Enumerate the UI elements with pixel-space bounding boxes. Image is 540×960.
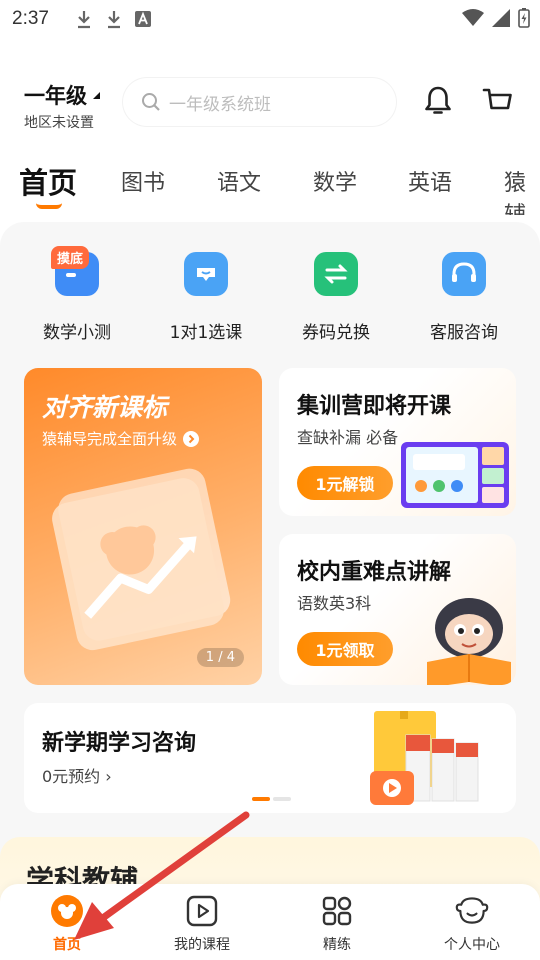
camp-card[interactable]: 集训营即将开课 查缺补漏 必备 1元解锁 (279, 368, 516, 516)
home-content: 摸底 数学小测 1对1选课 券码兑换 客服咨询 对齐新课标 猿辅导完成全面升级 … (0, 222, 540, 960)
nav-my-courses[interactable]: 我的课程 (147, 894, 257, 954)
category-tabs: 首页 图书 语文 数学 英语 猿辅 (0, 155, 540, 215)
home-header: 一年级 地区未设置 一年级系统班 (0, 70, 540, 140)
status-bar: 2:37 (0, 0, 540, 38)
tab-chinese[interactable]: 语文 (217, 165, 261, 197)
consult-title: 新学期学习咨询 (42, 731, 197, 756)
grid-icon (320, 894, 354, 928)
school-card-title: 校内重难点讲解 (297, 560, 452, 585)
nav-profile-label: 个人中心 (444, 937, 500, 953)
consult-subtitle[interactable]: 0元预约 › (42, 763, 112, 787)
home-icon (50, 894, 84, 928)
carousel-indicator (252, 797, 291, 801)
banner-pager: 1 / 4 (196, 648, 244, 667)
nav-home-label: 首页 (53, 937, 81, 953)
tab-math[interactable]: 数学 (313, 165, 357, 197)
font-icon (134, 11, 151, 27)
grade-selector[interactable]: 一年级 地区未设置 (24, 80, 101, 132)
download-icon (107, 11, 120, 29)
region-label: 地区未设置 (24, 115, 94, 131)
nav-practice[interactable]: 精练 (282, 894, 392, 954)
cart-button[interactable] (481, 84, 515, 118)
bell-icon (425, 86, 451, 114)
nav-home[interactable]: 首页 (12, 894, 122, 954)
bottom-nav: 首页 我的课程 精练 个人中心 (0, 884, 540, 960)
dropdown-corner-icon (93, 92, 100, 99)
quick-action-redeem[interactable]: 券码兑换 (276, 252, 396, 343)
play-icon (185, 894, 219, 928)
school-claim-button[interactable]: 1元领取 (297, 632, 393, 666)
tab-yuanfudao[interactable]: 猿辅 (504, 165, 540, 215)
quick-action-support[interactable]: 客服咨询 (404, 252, 524, 343)
camp-unlock-button[interactable]: 1元解锁 (297, 466, 393, 500)
study-materials-illustration (370, 711, 479, 805)
quick-action-label: 1对1选课 (169, 323, 243, 343)
download-icon (77, 11, 90, 29)
notification-button[interactable] (421, 84, 455, 118)
quiz-badge: 摸底 (51, 246, 90, 269)
camp-card-subtitle: 查缺补漏 必备 (297, 428, 399, 447)
search-input[interactable]: 一年级系统班 (123, 78, 396, 126)
quick-action-one-on-one[interactable]: 1对1选课 (146, 252, 266, 343)
nav-my-courses-label: 我的课程 (174, 937, 230, 953)
cart-icon (482, 88, 512, 110)
search-icon (142, 93, 160, 111)
quick-action-label: 券码兑换 (302, 323, 370, 343)
quick-action-label: 客服咨询 (430, 323, 498, 343)
quick-action-math-quiz[interactable]: 摸底 数学小测 (17, 246, 137, 343)
tab-english[interactable]: 英语 (408, 165, 452, 197)
school-card[interactable]: 校内重难点讲解 语数英3科 1元领取 (279, 534, 516, 685)
chat-icon (184, 252, 228, 296)
nav-profile[interactable]: 个人中心 (417, 894, 527, 954)
battery-icon (518, 8, 530, 28)
exchange-icon (314, 252, 358, 296)
quick-action-label: 数学小测 (43, 323, 111, 343)
active-tab-indicator (36, 203, 62, 209)
profile-icon (455, 894, 489, 928)
signal-icon (492, 9, 510, 27)
monkey-mascot-illustration (427, 598, 511, 685)
wifi-icon (462, 9, 484, 26)
promo-banner[interactable]: 对齐新课标 猿辅导完成全面升级 1 / 4 (24, 368, 262, 685)
search-placeholder: 一年级系统班 (169, 94, 271, 115)
camp-card-title: 集训营即将开课 (297, 394, 452, 419)
nav-practice-label: 精练 (323, 937, 351, 953)
status-time: 2:37 (12, 8, 49, 29)
tab-books[interactable]: 图书 (121, 165, 165, 197)
grade-label: 一年级 (24, 84, 87, 108)
school-card-subtitle: 语数英3科 (297, 594, 372, 613)
classroom-screen-illustration (401, 442, 509, 508)
headset-icon (442, 252, 486, 296)
tab-home[interactable]: 首页 (19, 160, 77, 202)
growth-chart-illustration (52, 468, 231, 651)
